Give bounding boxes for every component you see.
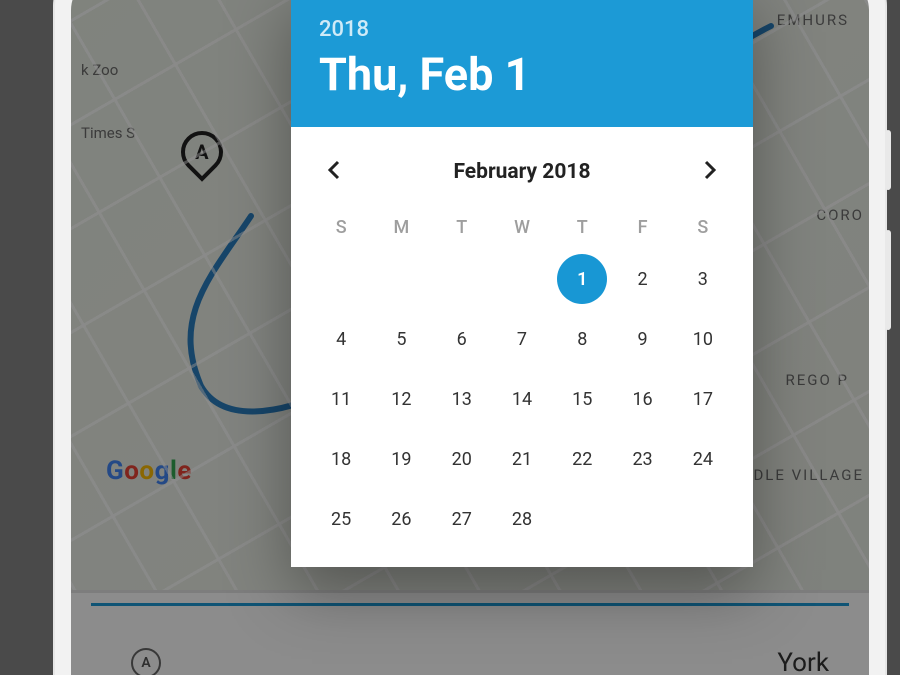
day-cell[interactable]: 3 xyxy=(673,249,733,309)
day-cell[interactable]: 6 xyxy=(432,309,492,369)
day-cell-empty xyxy=(552,489,612,549)
day-cell[interactable]: 25 xyxy=(311,489,371,549)
day-cell[interactable]: 15 xyxy=(552,369,612,429)
day-cell[interactable]: 19 xyxy=(371,429,431,489)
day-cell[interactable]: 14 xyxy=(492,369,552,429)
weekday-label: M xyxy=(394,205,410,249)
day-cell[interactable]: 9 xyxy=(613,309,673,369)
day-cell-empty xyxy=(492,249,552,309)
chevron-right-icon xyxy=(703,160,717,184)
weekday-label: W xyxy=(514,205,530,249)
calendar-row: 45678910 xyxy=(311,309,733,369)
day-cell[interactable]: 7 xyxy=(492,309,552,369)
day-cell[interactable]: 16 xyxy=(613,369,673,429)
chevron-left-icon xyxy=(327,160,341,184)
day-cell[interactable]: 4 xyxy=(311,309,371,369)
weekday-label: T xyxy=(577,205,588,249)
weekday-row: SMTWTFS xyxy=(311,205,733,249)
day-cell[interactable]: 13 xyxy=(432,369,492,429)
phone-screen: A B k Zoo Times S EMHURS REGO P CORO DLE… xyxy=(71,0,869,675)
date-picker-header: 2018 Thu, Feb 1 xyxy=(291,0,753,127)
power-button xyxy=(885,230,891,330)
volume-button xyxy=(885,130,891,190)
month-navigation: February 2018 xyxy=(291,127,753,205)
day-cell-empty xyxy=(613,489,673,549)
next-month-button[interactable] xyxy=(695,157,725,187)
day-cell[interactable]: 22 xyxy=(552,429,612,489)
date-picker-dialog: 2018 Thu, Feb 1 February 2018 SMTWTFS xyxy=(291,0,753,567)
day-cell[interactable]: 10 xyxy=(673,309,733,369)
day-cell[interactable]: 5 xyxy=(371,309,431,369)
weekday-label: S xyxy=(336,205,347,249)
day-cell[interactable]: 17 xyxy=(673,369,733,429)
weekday-label: T xyxy=(456,205,467,249)
weekday-label: S xyxy=(697,205,708,249)
day-cell[interactable]: 21 xyxy=(492,429,552,489)
calendar-row: 18192021222324 xyxy=(311,429,733,489)
weekday-label: F xyxy=(638,205,648,249)
calendar-row: 11121314151617 xyxy=(311,369,733,429)
day-cell-empty xyxy=(371,249,431,309)
calendar-grid: SMTWTFS 12345678910111213141516171819202… xyxy=(291,205,753,567)
day-cell-selected[interactable]: 1 xyxy=(557,254,607,304)
calendar-row: 123 xyxy=(311,249,733,309)
day-cell[interactable]: 27 xyxy=(432,489,492,549)
calendar-row: 25262728 xyxy=(311,489,733,549)
day-cell[interactable]: 24 xyxy=(673,429,733,489)
day-cell[interactable]: 8 xyxy=(552,309,612,369)
day-cell-empty xyxy=(311,249,371,309)
phone-frame: A B k Zoo Times S EMHURS REGO P CORO DLE… xyxy=(55,0,885,675)
prev-month-button[interactable] xyxy=(319,157,349,187)
day-cell[interactable]: 11 xyxy=(311,369,371,429)
day-cell[interactable]: 12 xyxy=(371,369,431,429)
day-cell[interactable]: 2 xyxy=(613,249,673,309)
header-year[interactable]: 2018 xyxy=(319,17,725,42)
day-cell[interactable]: 28 xyxy=(492,489,552,549)
day-cell-empty xyxy=(432,249,492,309)
day-cell[interactable]: 20 xyxy=(432,429,492,489)
day-cell[interactable]: 26 xyxy=(371,489,431,549)
header-date[interactable]: Thu, Feb 1 xyxy=(319,48,725,101)
day-cell[interactable]: 18 xyxy=(311,429,371,489)
day-cell-empty xyxy=(673,489,733,549)
day-cell[interactable]: 23 xyxy=(613,429,673,489)
month-title: February 2018 xyxy=(453,160,590,184)
